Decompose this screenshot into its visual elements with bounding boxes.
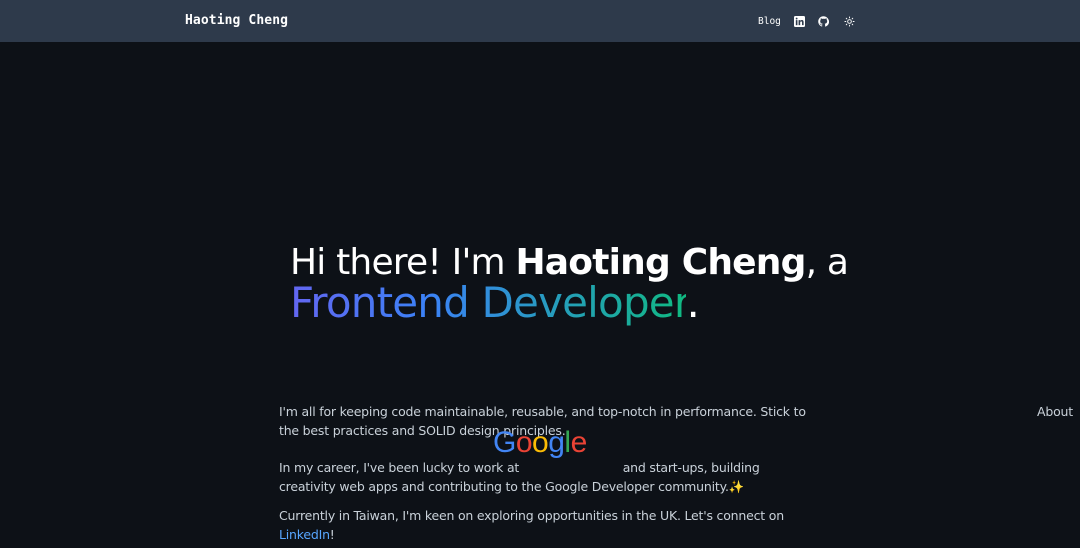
hero-name: Haoting Cheng: [515, 242, 806, 283]
nav-menu: About Blog: [758, 0, 1073, 419]
hero-period: .: [686, 278, 700, 327]
linkedin-icon[interactable]: [794, 15, 806, 27]
hero-role: Frontend Developer: [290, 278, 687, 327]
theme-toggle-icon[interactable]: [844, 15, 856, 27]
about-p2-before: In my career, I've been lucky to work at: [279, 460, 520, 475]
about-section: I'm all for keeping code maintainable, r…: [279, 402, 819, 548]
navbar: Haoting Cheng About Blog: [0, 0, 1080, 419]
github-icon[interactable]: [818, 15, 830, 27]
brand-logo-link[interactable]: Haoting Cheng: [185, 13, 288, 28]
about-paragraph-2: In my career, I've been lucky to work at…: [279, 426, 819, 496]
about-paragraph-3: Currently in Taiwan, I'm keen on explori…: [279, 506, 819, 544]
linkedin-link[interactable]: LinkedIn: [279, 527, 330, 542]
hero-line-2: Frontend Developer.: [290, 282, 848, 326]
about-p3-after: !: [329, 527, 335, 542]
google-logo: Google: [493, 426, 587, 459]
about-p3-before: Currently in Taiwan, I'm keen on explori…: [279, 508, 784, 523]
hero-line-1: Hi there! I'm Haoting Cheng, a: [290, 242, 849, 283]
hero-intro: Hi there! I'm: [290, 242, 516, 283]
nav-link-blog[interactable]: Blog: [758, 16, 781, 27]
hero-heading: Hi there! I'm Haoting Cheng, a Frontend …: [290, 242, 849, 326]
hero-after-name: , a: [805, 242, 849, 283]
nav-link-about[interactable]: About: [1037, 402, 1080, 421]
sparkle-icon: ✨: [728, 479, 745, 494]
